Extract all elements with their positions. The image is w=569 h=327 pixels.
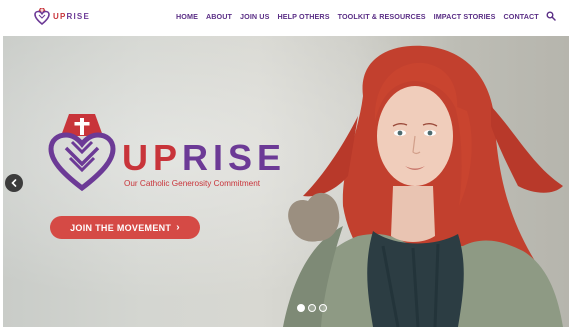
hero-wordmark: UPRISE <box>122 137 287 178</box>
page: UPRISE HOME ABOUT JOIN US HELP OTHERS TO… <box>0 0 569 327</box>
hero-tagline: Our Catholic Generosity Commitment <box>124 179 261 188</box>
main-nav: HOME ABOUT JOIN US HELP OTHERS TOOLKIT &… <box>176 11 556 21</box>
nav-join-us[interactable]: JOIN US <box>240 12 269 21</box>
chevron-left-icon <box>11 179 17 187</box>
heart-cross-emblem-icon <box>48 114 116 192</box>
cta-label: JOIN THE MOVEMENT <box>70 222 172 233</box>
nav-impact-stories[interactable]: IMPACT STORIES <box>434 12 496 21</box>
carousel-dot-2[interactable] <box>308 304 316 312</box>
site-header: UPRISE HOME ABOUT JOIN US HELP OTHERS TO… <box>0 0 569 34</box>
hero-carousel: UPRISE Our Catholic Generosity Commitmen… <box>3 36 569 327</box>
chevron-right-icon: › <box>176 221 180 233</box>
logo-wordmark: UPRISE <box>53 11 90 21</box>
site-logo[interactable]: UPRISE <box>34 7 90 25</box>
carousel-dot-3[interactable] <box>319 304 327 312</box>
hero-photo-woman <box>283 45 563 327</box>
search-icon[interactable] <box>546 11 556 21</box>
nav-home[interactable]: HOME <box>176 12 198 21</box>
carousel-pagination <box>297 304 327 312</box>
nav-help-others[interactable]: HELP OTHERS <box>278 12 330 21</box>
nav-toolkit-resources[interactable]: TOOLKIT & RESOURCES <box>338 12 426 21</box>
nav-about[interactable]: ABOUT <box>206 12 232 21</box>
carousel-prev-button[interactable] <box>5 174 23 192</box>
nav-contact[interactable]: CONTACT <box>503 12 538 21</box>
heart-cross-logo-icon <box>34 8 50 25</box>
carousel-dot-1[interactable] <box>297 304 305 312</box>
join-the-movement-button[interactable]: JOIN THE MOVEMENT › <box>50 216 200 239</box>
